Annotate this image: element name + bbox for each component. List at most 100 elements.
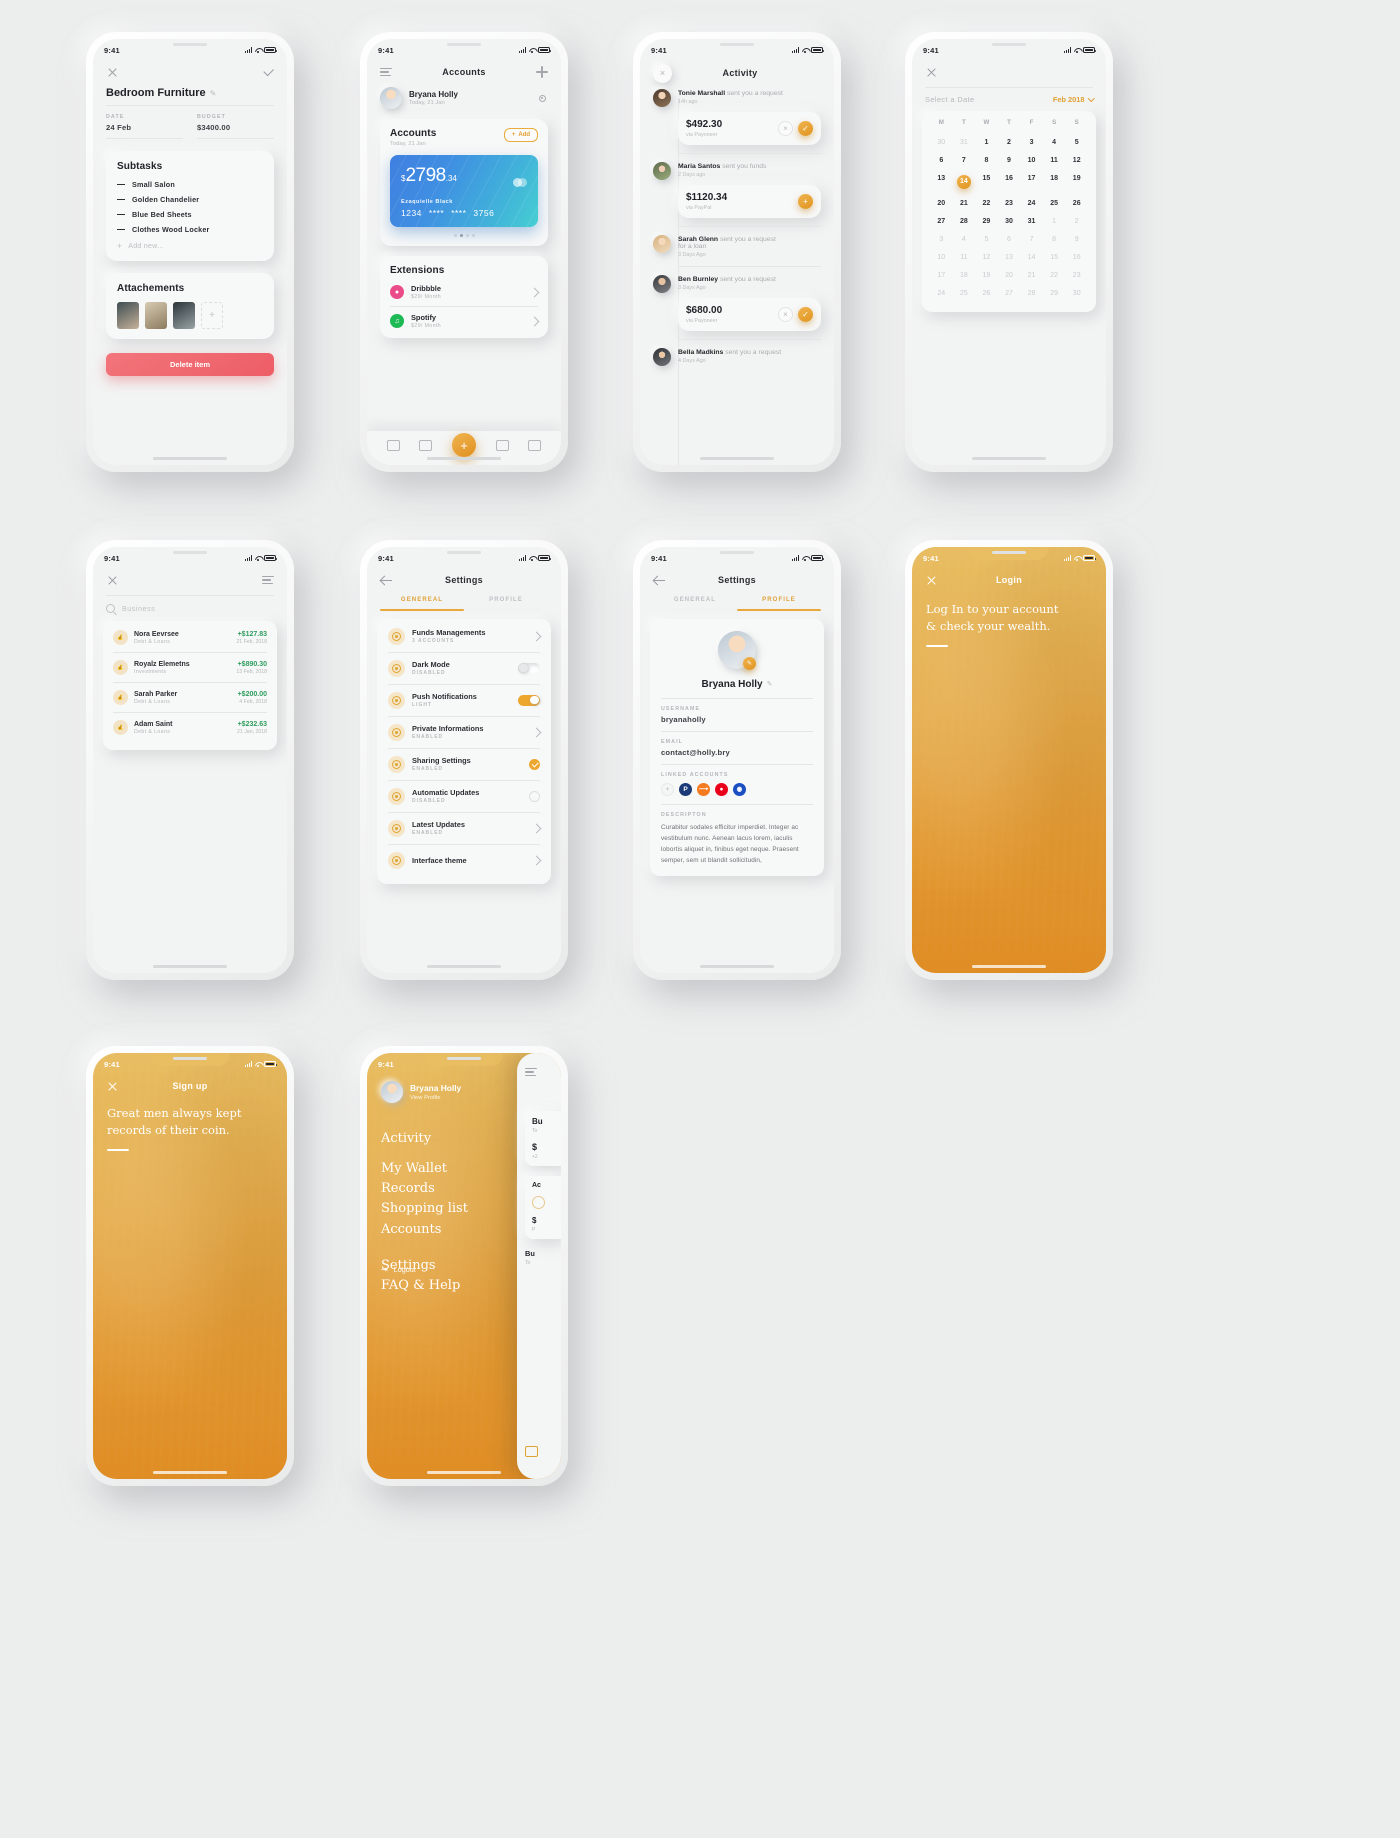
close-button[interactable]: × bbox=[653, 63, 672, 83]
reject-button[interactable]: × bbox=[778, 121, 793, 136]
calendar-day[interactable]: 13 bbox=[930, 169, 953, 194]
list-item[interactable]: Clothes Wood Locker bbox=[117, 225, 263, 234]
calendar-day[interactable]: 1 bbox=[1043, 212, 1066, 230]
filter-icon[interactable] bbox=[262, 575, 274, 585]
avatar[interactable] bbox=[653, 348, 671, 366]
calendar-day[interactable]: 30 bbox=[930, 133, 953, 151]
calendar-day[interactable]: 23 bbox=[998, 194, 1021, 212]
calendar-day[interactable]: 20 bbox=[930, 194, 953, 212]
settings-row-sharing[interactable]: Sharing Settings ENABLED bbox=[388, 749, 540, 780]
chevron-right-icon[interactable] bbox=[529, 316, 540, 326]
close-icon[interactable] bbox=[925, 574, 938, 587]
calendar-day[interactable]: 21 bbox=[1020, 266, 1043, 284]
calendar-day[interactable]: 9 bbox=[998, 151, 1021, 169]
calendar-day[interactable]: 24 bbox=[930, 284, 953, 302]
list-item[interactable]: Small Salon bbox=[117, 180, 263, 189]
calendar-day[interactable]: 19 bbox=[975, 266, 998, 284]
wallet-icon[interactable] bbox=[386, 439, 400, 451]
table-row[interactable]: 💰 Adam Saint Debt & Loans +$232.63 21 Ja… bbox=[113, 713, 267, 742]
username-value[interactable]: bryanaholly bbox=[661, 715, 813, 724]
calendar-day[interactable]: 29 bbox=[1043, 284, 1066, 302]
radio-button[interactable] bbox=[529, 758, 540, 770]
calendar-day[interactable]: 30 bbox=[998, 212, 1021, 230]
calendar-day[interactable]: 4 bbox=[953, 230, 976, 248]
back-icon[interactable] bbox=[653, 574, 666, 587]
calendar-day[interactable]: 8 bbox=[1043, 230, 1066, 248]
calendar-day[interactable]: 2 bbox=[998, 133, 1021, 151]
tab-profile[interactable]: PROFILE bbox=[737, 591, 821, 611]
calendar-day[interactable]: 29 bbox=[975, 212, 998, 230]
list-item[interactable]: Blue Bed Sheets bbox=[117, 210, 263, 219]
table-row[interactable]: 💰 Royalz Elemetns Investments +$890.30 1… bbox=[113, 653, 267, 682]
calendar-day[interactable]: 28 bbox=[1020, 284, 1043, 302]
list-item[interactable]: ♫ Spotify $29/ Month bbox=[390, 313, 540, 329]
paypal-icon[interactable]: P bbox=[679, 782, 692, 796]
tab-genereal[interactable]: GENEREAL bbox=[653, 591, 737, 611]
settings-row-interface-theme[interactable]: Interface theme bbox=[388, 845, 542, 876]
calendar-day[interactable]: 16 bbox=[1065, 248, 1088, 266]
date-value[interactable]: 24 Feb bbox=[106, 123, 183, 132]
stats-icon[interactable] bbox=[419, 439, 433, 451]
balance-card[interactable]: $ 2798 .34 Ezaquielle Black 1234 **** **… bbox=[390, 155, 538, 227]
calendar-day[interactable]: 23 bbox=[1065, 266, 1088, 284]
calendar-day[interactable]: 19 bbox=[1065, 169, 1088, 194]
calendar-day[interactable]: 22 bbox=[975, 194, 998, 212]
calendar-day[interactable]: 3 bbox=[930, 230, 953, 248]
calendar-day[interactable]: 10 bbox=[1020, 151, 1043, 169]
calendar-day[interactable]: 25 bbox=[953, 284, 976, 302]
calendar-day[interactable]: 24 bbox=[1020, 194, 1043, 212]
cards-icon[interactable] bbox=[528, 439, 542, 451]
accept-button[interactable]: ✓ bbox=[798, 307, 813, 322]
calendar-day[interactable]: 13 bbox=[998, 248, 1021, 266]
edit-avatar-button[interactable]: ✎ bbox=[743, 656, 756, 670]
calendar-day[interactable]: 17 bbox=[930, 266, 953, 284]
search-field[interactable]: Business bbox=[93, 596, 287, 621]
calendar-day[interactable]: 8 bbox=[975, 151, 998, 169]
budget-value[interactable]: $3400.00 bbox=[197, 123, 274, 132]
reject-button[interactable]: × bbox=[778, 307, 793, 322]
menu-icon[interactable] bbox=[380, 67, 392, 77]
avatar[interactable] bbox=[381, 1081, 403, 1103]
radio-button[interactable] bbox=[529, 790, 540, 802]
calendar-day[interactable]: 15 bbox=[975, 169, 998, 194]
gear-icon[interactable] bbox=[536, 92, 548, 104]
logout-button[interactable]: ⇥ Logout bbox=[381, 1265, 416, 1274]
calendar-day[interactable]: 3 bbox=[1020, 133, 1043, 151]
calendar-day[interactable]: 26 bbox=[975, 284, 998, 302]
tab-profile[interactable]: PROFILE bbox=[464, 591, 548, 611]
settings-row-funds[interactable]: Funds Managements 3 ACCOUNTS bbox=[388, 621, 542, 652]
calendar-days-grid[interactable]: 30 31 1 2 3 4 5 6 7 8 9 10 11 12 13 14 15 16 17 18 19 20 21 22 2… bbox=[930, 133, 1088, 302]
add-account-icon[interactable]: + bbox=[661, 782, 674, 796]
calendar-day[interactable]: 27 bbox=[998, 284, 1021, 302]
toggle-switch[interactable] bbox=[518, 662, 540, 674]
settings-row-automatic-updates[interactable]: Automatic Updates DISABLED bbox=[388, 781, 540, 812]
settings-row-push-notifications[interactable]: Push Notifications LIGHT bbox=[388, 685, 540, 716]
calendar-day[interactable]: 5 bbox=[975, 230, 998, 248]
attachment-thumbnail[interactable] bbox=[117, 302, 139, 329]
calendar-day[interactable]: 18 bbox=[953, 266, 976, 284]
calendar-day[interactable]: 17 bbox=[1020, 169, 1043, 194]
calendar-day[interactable]: 11 bbox=[1043, 151, 1066, 169]
calendar-day[interactable]: 21 bbox=[953, 194, 976, 212]
tab-icon[interactable] bbox=[525, 1446, 538, 1457]
toggle-switch[interactable] bbox=[518, 694, 540, 706]
mastercard-icon[interactable]: ● bbox=[715, 782, 728, 796]
calendar-day[interactable]: 16 bbox=[998, 169, 1021, 194]
list-icon[interactable] bbox=[495, 439, 509, 451]
add-attachment-button[interactable]: + bbox=[201, 302, 223, 329]
avatar[interactable] bbox=[380, 87, 402, 109]
close-icon[interactable] bbox=[106, 574, 119, 587]
table-row[interactable]: 💰 Nora Eevrsee Debt & Loans +$127.83 21 … bbox=[113, 623, 267, 652]
peek-panel[interactable]: Bu To $ +2 Ac $ P Bu To bbox=[517, 1053, 561, 1479]
add-account-button[interactable]: + Add bbox=[503, 128, 538, 142]
avatar[interactable] bbox=[653, 275, 671, 293]
calendar-day[interactable]: 7 bbox=[1020, 230, 1043, 248]
calendar-day[interactable]: 12 bbox=[1065, 151, 1088, 169]
calendar-day[interactable]: 1 bbox=[975, 133, 998, 151]
calendar-day[interactable]: 4 bbox=[1043, 133, 1066, 151]
calendar-day[interactable]: 25 bbox=[1043, 194, 1066, 212]
edit-icon[interactable]: ✎ bbox=[767, 680, 773, 688]
avatar[interactable] bbox=[653, 235, 671, 253]
calendar-day[interactable]: 5 bbox=[1065, 133, 1088, 151]
chevron-right-icon[interactable] bbox=[529, 287, 540, 297]
